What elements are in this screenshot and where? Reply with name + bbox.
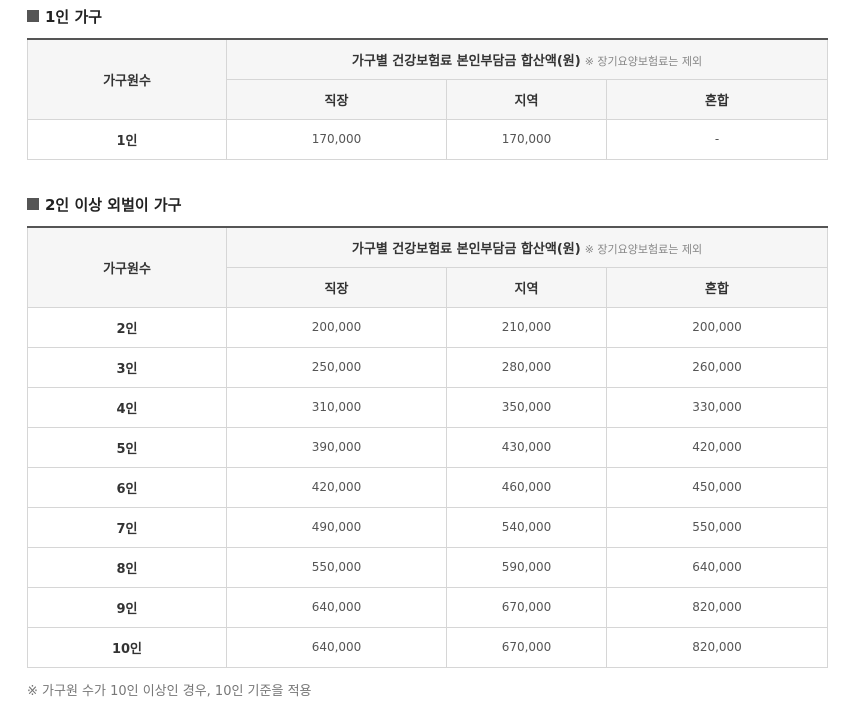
cell-mixed: -: [605, 118, 829, 160]
table-row: 3인 250,000 280,000 260,000: [27, 346, 829, 388]
group-header: 가구별 건강보험료 본인부담금 합산액(원) ※ 장기요양보험료는 제외: [225, 39, 829, 80]
col-header-mixed: 혼합: [605, 78, 829, 120]
section-title-text: 1인 가구: [45, 7, 103, 26]
row-label: 3인: [27, 346, 227, 388]
group-header-note: ※ 장기요양보험료는 제외: [584, 242, 703, 256]
table-row: 4인 310,000 350,000 330,000: [27, 386, 829, 428]
household-col-header: 가구원수: [27, 39, 227, 120]
cell-workplace: 200,000: [226, 306, 447, 348]
cell-workplace: 640,000: [226, 586, 447, 628]
cell-mixed: 200,000: [605, 306, 829, 348]
cell-mixed: 330,000: [605, 386, 829, 428]
table-row: 2인 200,000 210,000 200,000: [27, 306, 829, 348]
cell-workplace: 170,000: [226, 118, 447, 160]
col-header-workplace: 직장: [226, 78, 447, 120]
square-bullet-icon: [27, 198, 39, 210]
cell-mixed: 640,000: [605, 546, 829, 588]
row-label: 10인: [27, 626, 227, 668]
cell-regional: 540,000: [446, 506, 607, 548]
cell-workplace: 640,000: [226, 626, 447, 668]
cell-mixed: 820,000: [605, 586, 829, 628]
section-title-multi: 2인 이상 외벌이 가구: [27, 194, 182, 214]
cell-mixed: 820,000: [605, 626, 829, 668]
row-label: 5인: [27, 426, 227, 468]
cell-workplace: 420,000: [226, 466, 447, 508]
cell-regional: 670,000: [446, 586, 607, 628]
row-label: 6인: [27, 466, 227, 508]
table-row: 9인 640,000 670,000 820,000: [27, 586, 829, 628]
cell-mixed: 450,000: [605, 466, 829, 508]
cell-regional: 170,000: [446, 118, 607, 160]
cell-workplace: 310,000: [226, 386, 447, 428]
table-row: 6인 420,000 460,000 450,000: [27, 466, 829, 508]
household-col-header: 가구원수: [27, 227, 227, 308]
group-header-note: ※ 장기요양보험료는 제외: [584, 54, 703, 68]
table-row: 8인 550,000 590,000 640,000: [27, 546, 829, 588]
table-row: 7인 490,000 540,000 550,000: [27, 506, 829, 548]
cell-workplace: 490,000: [226, 506, 447, 548]
square-bullet-icon: [27, 10, 39, 22]
cell-mixed: 260,000: [605, 346, 829, 388]
col-header-regional: 지역: [446, 78, 607, 120]
table-row: 5인 390,000 430,000 420,000: [27, 426, 829, 468]
group-header-label: 가구별 건강보험료 본인부담금 합산액(원): [351, 241, 581, 257]
row-label: 9인: [27, 586, 227, 628]
section-title-text: 2인 이상 외벌이 가구: [45, 195, 182, 214]
cell-workplace: 390,000: [226, 426, 447, 468]
col-header-mixed: 혼합: [605, 266, 829, 308]
cell-regional: 590,000: [446, 546, 607, 588]
table-row: 1인 170,000 170,000 -: [27, 118, 829, 160]
footnote: ※ 가구원 수가 10인 이상인 경우, 10인 기준을 적용: [27, 684, 312, 699]
group-header: 가구별 건강보험료 본인부담금 합산액(원) ※ 장기요양보험료는 제외: [225, 227, 829, 268]
cell-workplace: 250,000: [226, 346, 447, 388]
col-header-regional: 지역: [446, 266, 607, 308]
row-label: 1인: [27, 118, 227, 160]
table-row: 10인 640,000 670,000 820,000: [27, 626, 829, 668]
group-header-label: 가구별 건강보험료 본인부담금 합산액(원): [351, 53, 581, 69]
col-header-workplace: 직장: [226, 266, 447, 308]
cell-regional: 430,000: [446, 426, 607, 468]
cell-regional: 460,000: [446, 466, 607, 508]
row-label: 7인: [27, 506, 227, 548]
multi-household-table: 가구원수 가구별 건강보험료 본인부담금 합산액(원) ※ 장기요양보험료는 제외…: [27, 226, 829, 668]
row-label: 2인: [27, 306, 227, 348]
row-label: 8인: [27, 546, 227, 588]
cell-mixed: 420,000: [605, 426, 829, 468]
cell-regional: 280,000: [446, 346, 607, 388]
cell-regional: 350,000: [446, 386, 607, 428]
cell-workplace: 550,000: [226, 546, 447, 588]
row-label: 4인: [27, 386, 227, 428]
cell-regional: 670,000: [446, 626, 607, 668]
section-title-single: 1인 가구: [27, 6, 102, 26]
cell-regional: 210,000: [446, 306, 607, 348]
cell-mixed: 550,000: [605, 506, 829, 548]
single-household-table: 가구원수 가구별 건강보험료 본인부담금 합산액(원) ※ 장기요양보험료는 제외…: [27, 38, 829, 160]
